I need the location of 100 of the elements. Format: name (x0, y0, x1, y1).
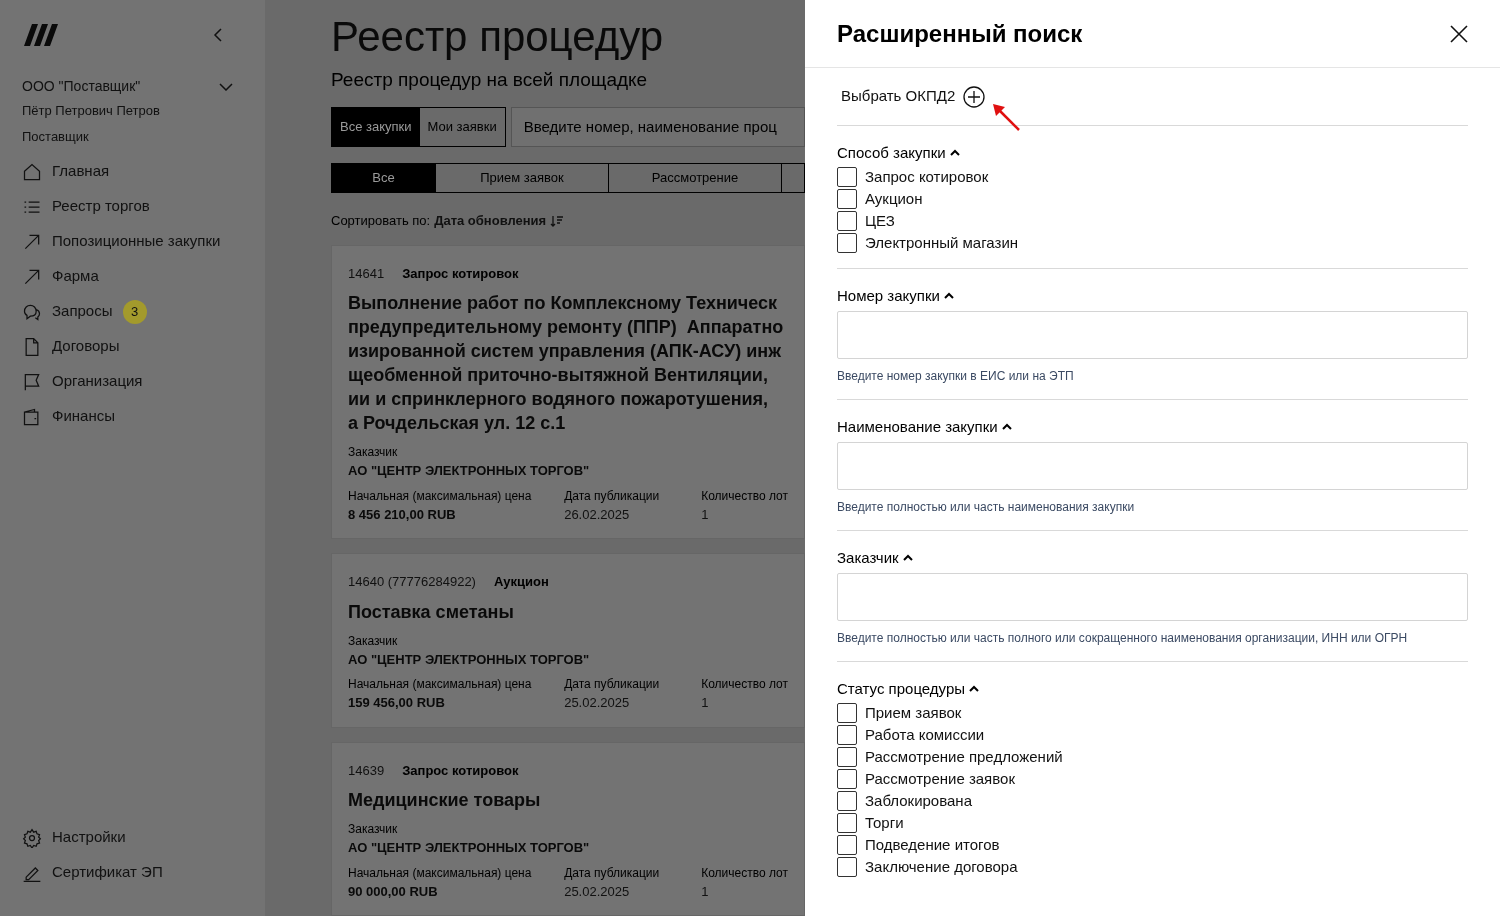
status-tab[interactable]: Все (332, 163, 436, 192)
scope-tab[interactable]: Все закупки (332, 107, 420, 146)
section-header[interactable]: Статус процедуры (837, 678, 980, 700)
checkbox-label: Рассмотрение предложений (865, 746, 1063, 767)
procedure-method: Запрос котировок (402, 264, 519, 283)
procedure-title: Медицинские товары (348, 789, 542, 812)
scope-tab[interactable]: Мои заявки (419, 107, 505, 146)
customer-name: АО "ЦЕНТР ЭЛЕКТРОННЫХ ТОРГОВ" (348, 462, 591, 480)
nav-item[interactable]: Сертификат ЭП (22, 855, 243, 890)
checkbox-label: Заключение договора (865, 856, 1018, 877)
field-hint: Введите полностью или часть полного или сокращенного наименования организации, ИНН или ОГРН (837, 630, 1409, 647)
checkbox-label: Электронный магазин (865, 232, 1019, 253)
caret-icon (1001, 423, 1012, 431)
checkbox[interactable] (837, 747, 857, 767)
nav-item[interactable]: Главная (22, 154, 243, 189)
text-field[interactable] (837, 442, 1468, 490)
user-name: Пётр Петрович Петров (22, 102, 161, 120)
nav-item[interactable]: Запросы 3 (22, 294, 243, 329)
checkbox-label: Запрос котировок (865, 166, 989, 187)
sort-label: Сортировать по: (331, 212, 431, 230)
section-header[interactable]: Наименование закупки (837, 416, 1012, 438)
flag-icon (22, 371, 42, 392)
status-tab[interactable]: Рассмотрение (609, 163, 782, 192)
lots-label: Количество лот (701, 864, 788, 882)
checkbox[interactable] (837, 211, 857, 231)
sort-icon[interactable] (550, 214, 565, 227)
procedure-number: 14640 (77776284922) (348, 573, 476, 591)
lots-value: 1 (701, 694, 710, 712)
nav-item[interactable]: Попозиционные закупки (22, 224, 243, 259)
date-value: 25.02.2025 (564, 694, 631, 712)
checkbox[interactable] (837, 189, 857, 209)
date-value: 25.02.2025 (564, 882, 631, 901)
checkbox-label: Рассмотрение заявок (865, 768, 1015, 789)
checkbox[interactable] (837, 813, 857, 833)
price-value: 90 000,00 RUB (348, 882, 439, 901)
status-tab[interactable]: Прием заявок (436, 163, 609, 192)
date-label: Дата публикации (564, 487, 661, 505)
caret-icon (949, 149, 960, 157)
annotation-arrow-icon (991, 102, 1021, 132)
page-title: Реестр процедур (331, 12, 665, 62)
text-field[interactable] (837, 573, 1468, 621)
nav-item[interactable]: Настройки (22, 820, 243, 855)
section-header[interactable]: Заказчик (837, 547, 913, 569)
date-label: Дата публикации (564, 676, 661, 693)
collapse-icon[interactable] (213, 27, 223, 43)
caret-icon (902, 554, 913, 562)
lots-value: 1 (701, 505, 710, 524)
count-badge: 3 (122, 299, 147, 324)
drawer-title: Расширенный поиск (837, 18, 1083, 49)
nav-item[interactable]: Реестр торгов (22, 189, 243, 224)
section-header[interactable]: Способ закупки (837, 142, 960, 164)
plus-icon[interactable] (963, 85, 986, 108)
search-field[interactable]: Введите номер, наименование проц (510, 106, 805, 147)
customer-name: АО "ЦЕНТР ЭЛЕКТРОННЫХ ТОРГОВ" (348, 650, 591, 669)
nav-item[interactable]: Финансы (22, 399, 243, 434)
organization-name: ООО "Поставщик" (22, 77, 141, 96)
date-value: 26.02.2025 (564, 505, 631, 524)
procedure-method: Аукцион (493, 573, 549, 591)
caret-icon (969, 685, 980, 693)
procedure-title: Поставка сметаны (348, 600, 515, 624)
sort-value[interactable]: Дата обновления (434, 211, 547, 231)
text-field[interactable] (837, 311, 1468, 359)
logo-icon (22, 22, 60, 48)
customer-label: Заказчик (348, 444, 399, 461)
checkbox[interactable] (837, 167, 857, 187)
procedure-card[interactable] (331, 244, 805, 539)
field-hint: Введите номер закупки в ЕИС или на ЭТП (837, 368, 1075, 385)
checkbox[interactable] (837, 835, 857, 855)
checkbox-label: Заблокирована (865, 790, 972, 811)
price-value: 8 456 210,00 RUB (348, 505, 457, 524)
lots-value: 1 (701, 882, 710, 901)
date-label: Дата публикации (564, 864, 661, 882)
price-label: Начальная (максимальная) цена (348, 676, 533, 693)
checkbox[interactable] (837, 769, 857, 789)
checkbox[interactable] (837, 725, 857, 745)
settings-icon (22, 827, 42, 848)
procedure-method: Запрос котировок (402, 761, 519, 780)
procedure-card[interactable]: 14639 Запрос котировок Медицинские товары Заказчик АО "ЦЕНТР ЭЛЕКТРОННЫХ ТОРГОВ" Начальная (максимальная) цена 90 000,00 RUB Дата публикации 25.02.2025 Количество лот 1 (331, 741, 805, 916)
nav-item[interactable]: Фарма (22, 259, 243, 294)
checkbox-label: Аукцион (865, 188, 923, 209)
customer-label: Заказчик (348, 821, 399, 838)
caret-icon (943, 292, 954, 300)
okpd-label[interactable]: Выбрать ОКПД2 (841, 85, 956, 108)
nav-item[interactable]: Организация (22, 364, 243, 399)
nav-item[interactable]: Договоры (22, 329, 243, 364)
checkbox[interactable] (837, 703, 857, 723)
customer-name: АО "ЦЕНТР ЭЛЕКТРОННЫХ ТОРГОВ" (348, 839, 591, 857)
checkbox-label: Подведение итогов (865, 834, 1000, 855)
price-label: Начальная (максимальная) цена (348, 487, 533, 505)
lots-label: Количество лот (701, 676, 788, 693)
checkbox[interactable] (837, 791, 857, 811)
section-header[interactable]: Номер закупки (837, 285, 954, 307)
checkbox[interactable] (837, 857, 857, 877)
user-role: Поставщик (22, 127, 90, 146)
procedure-card[interactable]: 14640 (77776284922) Аукцион Поставка сметаны Заказчик АО "ЦЕНТР ЭЛЕКТРОННЫХ ТОРГОВ" Начальная (максимальная) цена 159 456,00 RUB Дата публикации 25.02.2025 Количество лот 1 (331, 553, 805, 728)
checkbox[interactable] (837, 233, 857, 253)
lots-label: Количество лот (701, 487, 788, 505)
customer-label: Заказчик (348, 632, 399, 650)
close-icon[interactable] (1450, 24, 1468, 43)
chevron-down-icon[interactable] (219, 82, 233, 91)
